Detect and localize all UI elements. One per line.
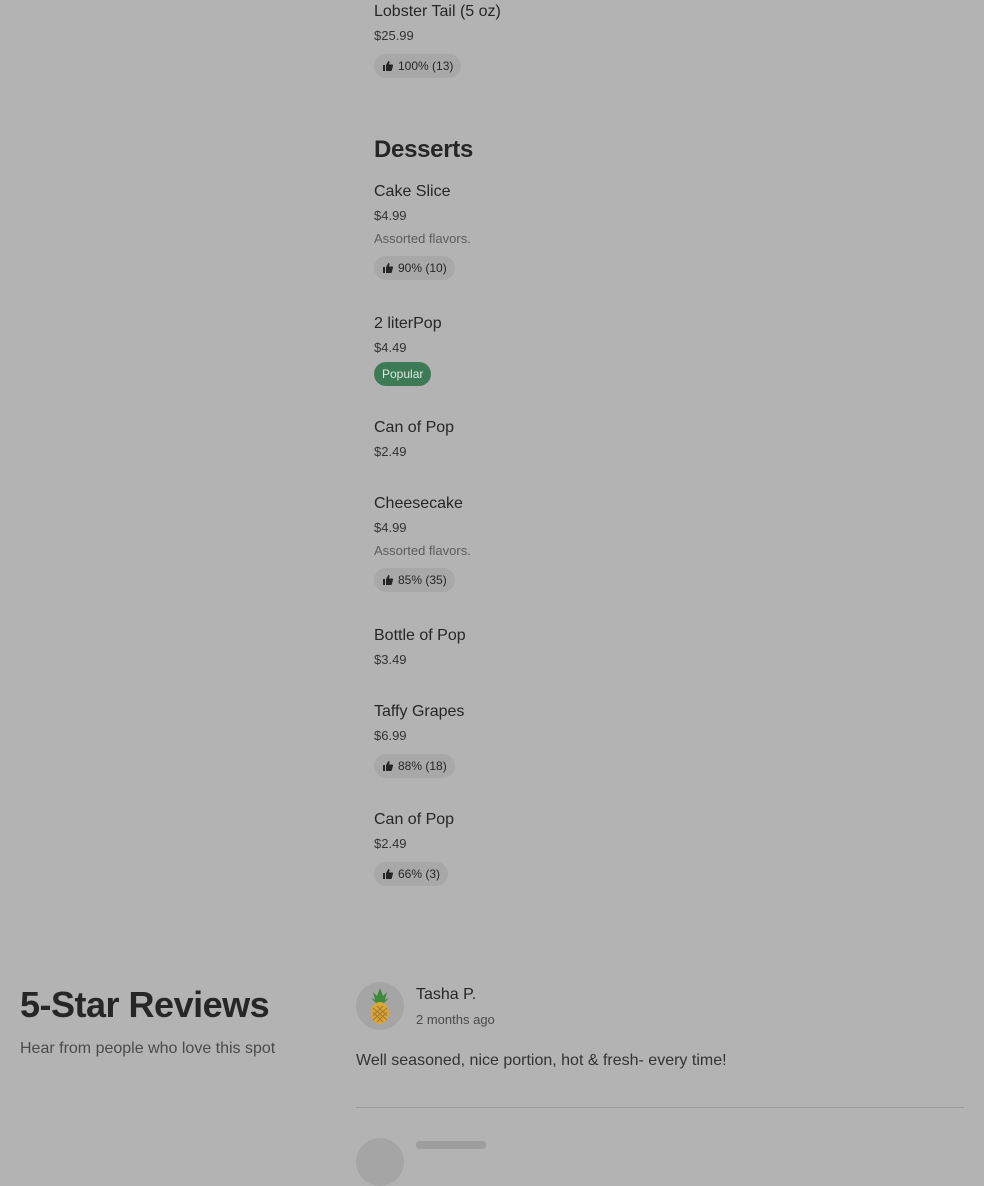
- item-name: Taffy Grapes: [374, 703, 465, 720]
- pineapple-icon: [371, 988, 389, 1024]
- thumbs-up-icon: [383, 263, 394, 273]
- item-name: Cheesecake: [374, 495, 463, 512]
- item-description: Assorted flavors.: [374, 543, 471, 558]
- menu-item[interactable]: Can of Pop $2.49: [374, 418, 454, 460]
- menu-item[interactable]: Cake Slice $4.99 Assorted flavors. 90% (…: [374, 182, 471, 280]
- menu-item[interactable]: Can of Pop $2.49 66% (3): [374, 810, 454, 886]
- reviews-heading: 5-Star Reviews: [20, 984, 270, 1025]
- avatar: [356, 982, 404, 1030]
- menu-item[interactable]: 2 literPop $4.49 Popular: [374, 314, 442, 386]
- rating-text: 100% (13): [398, 59, 454, 73]
- section-title-desserts: Desserts: [374, 136, 474, 163]
- item-price: $25.99: [374, 28, 414, 43]
- menu-item[interactable]: Bottle of Pop $3.49: [374, 626, 466, 668]
- thumbs-up-icon: [383, 61, 394, 71]
- rating-pill: 85% (35): [374, 568, 455, 592]
- reviewer-name-partial: [416, 1141, 486, 1149]
- thumbs-up-icon: [383, 869, 394, 879]
- item-price: $4.49: [374, 340, 407, 355]
- menu-item-lobster-tail[interactable]: Lobster Tail (5 oz) $25.99 100% (13): [374, 2, 501, 78]
- item-price: $4.99: [374, 520, 407, 535]
- item-name: 2 literPop: [374, 315, 442, 332]
- reviewer-name: Tasha P.: [416, 986, 477, 1003]
- review-divider: [356, 1107, 964, 1108]
- menu-item[interactable]: Taffy Grapes $6.99 88% (18): [374, 702, 464, 778]
- thumbs-up-icon: [383, 761, 394, 771]
- review-time: 2 months ago: [416, 1012, 495, 1027]
- rating-pill: 88% (18): [374, 754, 455, 778]
- item-name: Can of Pop: [374, 811, 455, 828]
- rating-text: 85% (35): [398, 573, 447, 587]
- menu-item[interactable]: Cheesecake $4.99 Assorted flavors. 85% (…: [374, 494, 471, 592]
- item-price: $2.49: [374, 836, 407, 851]
- item-price: $2.49: [374, 444, 407, 459]
- review-text: Well seasoned, nice portion, hot & fresh…: [356, 1052, 727, 1069]
- item-name: Can of Pop: [374, 419, 455, 436]
- item-price: $6.99: [374, 728, 407, 743]
- item-price: $4.99: [374, 208, 407, 223]
- rating-text: 88% (18): [398, 759, 447, 773]
- item-name: Lobster Tail (5 oz): [374, 3, 501, 20]
- rating-pill: 100% (13): [374, 54, 462, 78]
- reviews-subheading: Hear from people who love this spot: [20, 1040, 276, 1057]
- rating-pill: 66% (3): [374, 862, 449, 886]
- rating-text: 90% (10): [398, 261, 447, 275]
- thumbs-up-icon: [383, 575, 394, 585]
- popular-badge: Popular: [374, 362, 432, 386]
- rating-pill: 90% (10): [374, 256, 455, 280]
- item-name: Cake Slice: [374, 183, 451, 200]
- item-name: Bottle of Pop: [374, 627, 466, 644]
- item-description: Assorted flavors.: [374, 231, 471, 246]
- rating-text: 66% (3): [398, 867, 441, 881]
- avatar: [356, 1138, 404, 1186]
- item-price: $3.49: [374, 652, 407, 667]
